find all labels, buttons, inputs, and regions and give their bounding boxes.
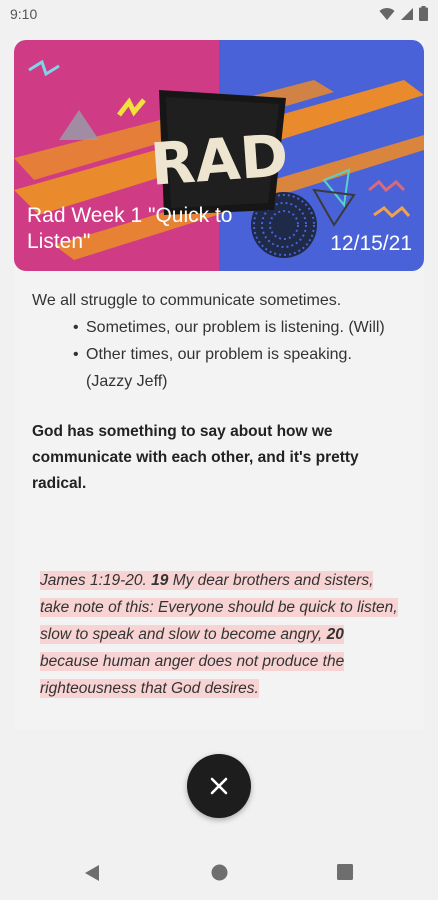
verse-number-20: 20 xyxy=(326,626,344,643)
home-icon[interactable] xyxy=(211,864,228,881)
bullet-item: Other times, our problem is speaking. (J… xyxy=(73,341,402,395)
rad-logo-text: RAD xyxy=(148,121,290,198)
banner-date: 12/15/21 xyxy=(330,232,412,255)
quote-reference: James 1:19-20. xyxy=(40,572,147,589)
status-bar: 9:10 xyxy=(0,0,438,30)
verse-20-text: because human anger does not produce the… xyxy=(40,653,345,697)
header-banner: RAD Rad Week 1 "Quick to Listen" 12/15/2… xyxy=(14,40,424,271)
lesson-content: We all struggle to communicate sometimes… xyxy=(32,288,402,497)
scroll-fade xyxy=(14,700,424,730)
status-icons xyxy=(379,6,428,21)
recents-icon[interactable] xyxy=(337,864,353,880)
intro-text: We all struggle to communicate sometimes… xyxy=(32,292,342,309)
system-nav-bar xyxy=(0,850,438,900)
battery-icon xyxy=(419,6,428,21)
close-button[interactable] xyxy=(187,754,251,818)
bold-paragraph: God has something to say about how we co… xyxy=(32,423,359,492)
signal-icon xyxy=(401,7,413,20)
scripture-quote: James 1:19-20. 19 My dear brothers and s… xyxy=(40,567,400,702)
close-icon xyxy=(210,777,228,795)
verse-number-19: 19 xyxy=(151,572,169,589)
banner-title: Rad Week 1 "Quick to Listen" xyxy=(27,204,233,253)
quote-highlight: James 1:19-20. 19 My dear brothers and s… xyxy=(40,571,398,698)
back-icon[interactable] xyxy=(84,864,100,882)
wifi-icon xyxy=(379,7,395,20)
bullet-item: Sometimes, our problem is listening. (Wi… xyxy=(73,314,402,341)
bullet-list: Sometimes, our problem is listening. (Wi… xyxy=(73,314,402,395)
status-time: 9:10 xyxy=(10,6,38,22)
